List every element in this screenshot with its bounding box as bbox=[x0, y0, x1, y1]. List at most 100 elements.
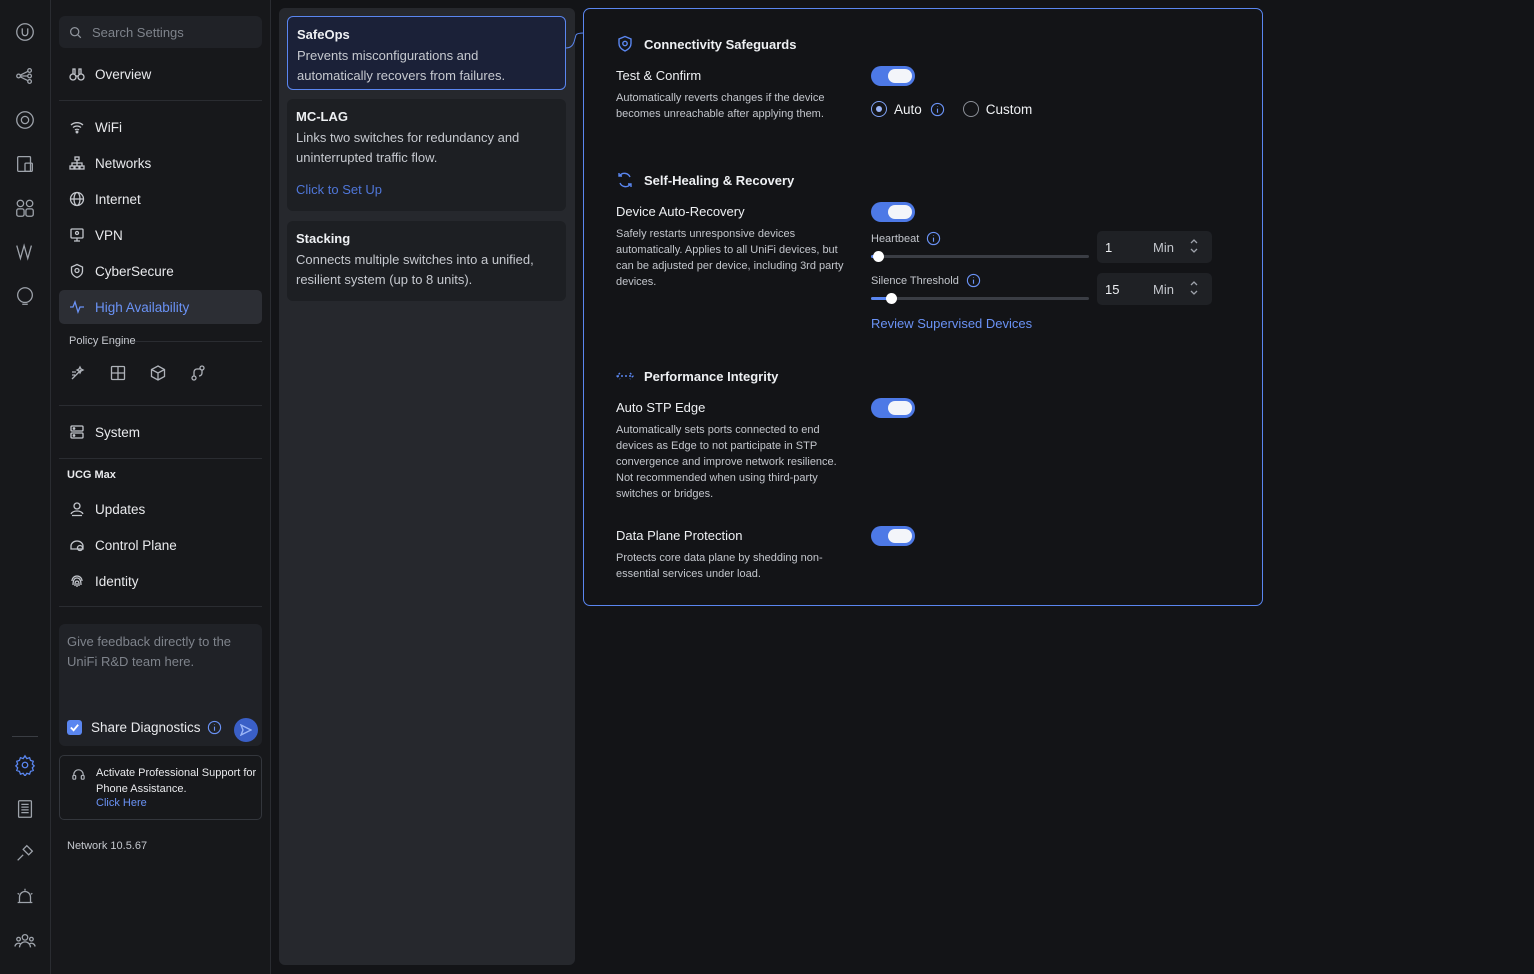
slider-thumb[interactable] bbox=[872, 251, 884, 262]
alarm-icon[interactable] bbox=[12, 884, 38, 910]
users-icon[interactable] bbox=[12, 928, 38, 954]
devices-icon[interactable] bbox=[12, 107, 38, 133]
heartbeat-unit: Min bbox=[1153, 240, 1174, 255]
chevron-up-icon[interactable] bbox=[1189, 236, 1199, 246]
feature-title: MC-LAG bbox=[296, 109, 348, 124]
policy-wand-icon[interactable] bbox=[69, 364, 87, 387]
data-plane-title: Data Plane Protection bbox=[616, 528, 743, 543]
policy-cube-icon[interactable] bbox=[149, 364, 167, 387]
heartbeat-input[interactable]: 1 Min bbox=[1097, 231, 1212, 263]
test-confirm-toggle[interactable] bbox=[871, 66, 915, 86]
support-link[interactable]: Click Here bbox=[96, 797, 147, 809]
chevron-up-icon[interactable] bbox=[1189, 278, 1199, 288]
mode-custom-label[interactable]: Custom bbox=[986, 102, 1033, 117]
mode-auto-radio[interactable] bbox=[871, 101, 887, 117]
nav-item-networks[interactable]: Networks bbox=[59, 146, 262, 180]
nav-item-wifi[interactable]: WiFi bbox=[59, 110, 262, 144]
nav-item-cybersecure[interactable]: CyberSecure bbox=[59, 254, 262, 288]
logs-icon[interactable] bbox=[12, 796, 38, 822]
shield-check-icon bbox=[618, 35, 632, 52]
nav-item-updates[interactable]: Updates bbox=[59, 492, 262, 526]
fingerprint-icon bbox=[71, 575, 83, 587]
clients-icon[interactable] bbox=[12, 151, 38, 177]
search-input[interactable] bbox=[92, 24, 252, 40]
policy-route-icon[interactable] bbox=[189, 364, 207, 387]
feature-list: SafeOps Prevents misconfigurations and a… bbox=[279, 8, 575, 965]
feedback-box: Share Diagnostics bbox=[59, 624, 262, 746]
network-tree-icon bbox=[69, 156, 85, 170]
policy-engine-tools bbox=[69, 364, 207, 387]
nav-label: Control Plane bbox=[95, 537, 177, 553]
nav-item-internet[interactable]: Internet bbox=[59, 182, 262, 216]
integrations-plug-icon[interactable] bbox=[12, 840, 38, 866]
silence-threshold-value[interactable]: 15 bbox=[1105, 282, 1119, 297]
heartbeat-value[interactable]: 1 bbox=[1105, 240, 1112, 255]
topology-icon[interactable] bbox=[12, 63, 38, 89]
mode-custom-radio[interactable] bbox=[962, 101, 979, 117]
check-icon bbox=[70, 724, 79, 732]
settings-gear-icon[interactable] bbox=[12, 752, 38, 778]
info-icon[interactable] bbox=[930, 102, 945, 117]
ports-icon[interactable] bbox=[12, 195, 38, 221]
send-feedback-button[interactable] bbox=[234, 718, 258, 742]
info-icon[interactable] bbox=[207, 720, 222, 735]
silence-threshold-unit: Min bbox=[1153, 282, 1174, 297]
feedback-textarea[interactable] bbox=[59, 624, 262, 704]
insights-icon[interactable] bbox=[12, 239, 38, 265]
feature-card-mc-lag[interactable]: MC-LAG Links two switches for redundancy… bbox=[287, 99, 566, 211]
wifi-icon bbox=[70, 122, 84, 134]
selection-connector bbox=[566, 32, 584, 49]
unifi-logo-icon[interactable] bbox=[12, 19, 38, 45]
send-icon bbox=[240, 724, 252, 736]
heartbeat-stepper[interactable] bbox=[1189, 236, 1201, 258]
nav-item-control-plane[interactable]: Control Plane bbox=[59, 528, 262, 562]
silence-threshold-slider[interactable] bbox=[871, 293, 1089, 304]
policy-table-icon[interactable] bbox=[109, 364, 127, 387]
globe-icon bbox=[69, 191, 85, 207]
device-label: UCG Max bbox=[67, 469, 116, 481]
data-plane-toggle[interactable] bbox=[871, 526, 915, 546]
info-icon[interactable] bbox=[966, 273, 981, 288]
stp-edge-title: Auto STP Edge bbox=[616, 400, 706, 415]
auto-recovery-title: Device Auto-Recovery bbox=[616, 204, 745, 219]
feature-desc: Links two switches for redundancy and un… bbox=[296, 130, 520, 165]
feature-card-stacking[interactable]: Stacking Connects multiple switches into… bbox=[287, 221, 566, 301]
search-box[interactable] bbox=[59, 16, 262, 48]
chevron-down-icon[interactable] bbox=[1189, 246, 1199, 256]
nav-item-system[interactable]: System bbox=[59, 415, 262, 449]
feature-card-safeops[interactable]: SafeOps Prevents misconfigurations and a… bbox=[287, 16, 566, 90]
version-label: Network 10.5.67 bbox=[67, 840, 148, 852]
auto-recovery-toggle[interactable] bbox=[871, 202, 915, 222]
silence-threshold-input[interactable]: 15 Min bbox=[1097, 273, 1212, 305]
control-plane-icon bbox=[70, 540, 84, 552]
nav-item-identity[interactable]: Identity bbox=[59, 564, 262, 598]
nav-item-vpn[interactable]: VPN bbox=[59, 218, 262, 252]
info-icon[interactable] bbox=[926, 231, 941, 246]
stp-edge-toggle[interactable] bbox=[871, 398, 915, 418]
feature-title: SafeOps bbox=[297, 27, 350, 42]
share-diagnostics-checkbox[interactable] bbox=[67, 720, 82, 735]
nav-label: Internet bbox=[95, 191, 141, 207]
chevron-down-icon[interactable] bbox=[1189, 288, 1199, 298]
mode-auto-label[interactable]: Auto bbox=[894, 102, 922, 117]
set-up-link[interactable]: Click to Set Up bbox=[296, 182, 557, 197]
slider-thumb[interactable] bbox=[885, 293, 897, 304]
self-healing-heading: Self-Healing & Recovery bbox=[616, 171, 794, 189]
data-plane-desc: Protects core data plane by shedding non… bbox=[616, 552, 823, 580]
innerspace-icon[interactable] bbox=[12, 283, 38, 309]
share-diagnostics-row[interactable]: Share Diagnostics bbox=[67, 720, 222, 735]
nav-divider bbox=[59, 458, 262, 459]
silence-threshold-stepper[interactable] bbox=[1189, 278, 1201, 300]
toggle-knob bbox=[888, 401, 912, 415]
performance-integrity-heading: Performance Integrity bbox=[616, 367, 778, 385]
nav-divider bbox=[59, 100, 262, 101]
feature-desc: Connects multiple switches into a unifie… bbox=[296, 252, 534, 287]
icon-rail bbox=[0, 0, 51, 974]
nav-item-overview[interactable]: Overview bbox=[59, 57, 262, 91]
headset-icon bbox=[72, 769, 85, 780]
heartbeat-slider[interactable] bbox=[871, 251, 1089, 262]
nav-item-high-availability[interactable]: High Availability bbox=[59, 290, 262, 324]
toggle-knob bbox=[888, 529, 912, 543]
review-supervised-devices-link[interactable]: Review Supervised Devices bbox=[871, 316, 1032, 331]
auto-recovery-desc: Safely restarts unresponsive devices aut… bbox=[616, 228, 844, 288]
